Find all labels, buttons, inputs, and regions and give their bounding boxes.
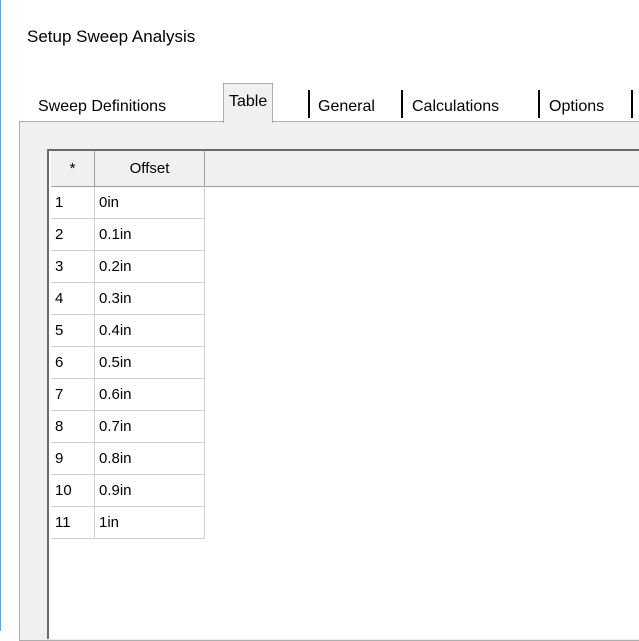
row-index-cell[interactable]: 7 — [51, 379, 95, 411]
dialog-title: Setup Sweep Analysis — [27, 27, 196, 46]
tab-calculations[interactable]: Calculations — [407, 92, 504, 122]
table-row: 11 1in — [51, 507, 205, 539]
setup-sweep-dialog: Setup Sweep Analysis Sweep Definitions T… — [0, 0, 639, 641]
tab-separator — [401, 90, 403, 118]
tab-table[interactable]: Table — [223, 83, 274, 123]
offset-cell[interactable]: 0in — [95, 187, 205, 219]
table-row: 8 0.7in — [51, 411, 205, 443]
offset-cell[interactable]: 0.8in — [95, 443, 205, 475]
tab-sweep-definitions[interactable]: Sweep Definitions — [33, 92, 171, 122]
tab-options[interactable]: Options — [544, 92, 609, 122]
column-header-index[interactable]: * — [51, 151, 95, 187]
offset-cell[interactable]: 1in — [95, 507, 205, 539]
offset-cell[interactable]: 0.6in — [95, 379, 205, 411]
tab-separator — [631, 90, 633, 118]
row-index-cell[interactable]: 8 — [51, 411, 95, 443]
offset-cell[interactable]: 0.4in — [95, 315, 205, 347]
column-header-offset[interactable]: Offset — [95, 151, 205, 187]
table-row: 9 0.8in — [51, 443, 205, 475]
offset-cell[interactable]: 0.1in — [95, 219, 205, 251]
row-index-cell[interactable]: 5 — [51, 315, 95, 347]
offset-cell[interactable]: 0.9in — [95, 475, 205, 507]
tab-separator — [308, 90, 310, 118]
table-row: 5 0.4in — [51, 315, 205, 347]
table-row: 1 0in — [51, 187, 205, 219]
offset-cell[interactable]: 0.5in — [95, 347, 205, 379]
table-row: 7 0.6in — [51, 379, 205, 411]
table-row: 2 0.1in — [51, 219, 205, 251]
row-index-cell[interactable]: 3 — [51, 251, 95, 283]
offset-cell[interactable]: 0.2in — [95, 251, 205, 283]
offset-cell[interactable]: 0.7in — [95, 411, 205, 443]
row-index-cell[interactable]: 6 — [51, 347, 95, 379]
row-index-cell[interactable]: 10 — [51, 475, 95, 507]
tab-separator — [538, 90, 540, 118]
table-row: 3 0.2in — [51, 251, 205, 283]
table-row: 6 0.5in — [51, 347, 205, 379]
row-index-cell[interactable]: 9 — [51, 443, 95, 475]
row-index-cell[interactable]: 11 — [51, 507, 95, 539]
offset-cell[interactable]: 0.3in — [95, 283, 205, 315]
table-row: 4 0.3in — [51, 283, 205, 315]
tab-general[interactable]: General — [313, 92, 380, 122]
row-index-cell[interactable]: 1 — [51, 187, 95, 219]
row-index-cell[interactable]: 4 — [51, 283, 95, 315]
table-row: 10 0.9in — [51, 475, 205, 507]
row-index-cell[interactable]: 2 — [51, 219, 95, 251]
sweep-table: * Offset 1 0in 2 0.1in 3 0.2in 4 0.3in 5 0.4in 6 0.… — [47, 149, 639, 639]
